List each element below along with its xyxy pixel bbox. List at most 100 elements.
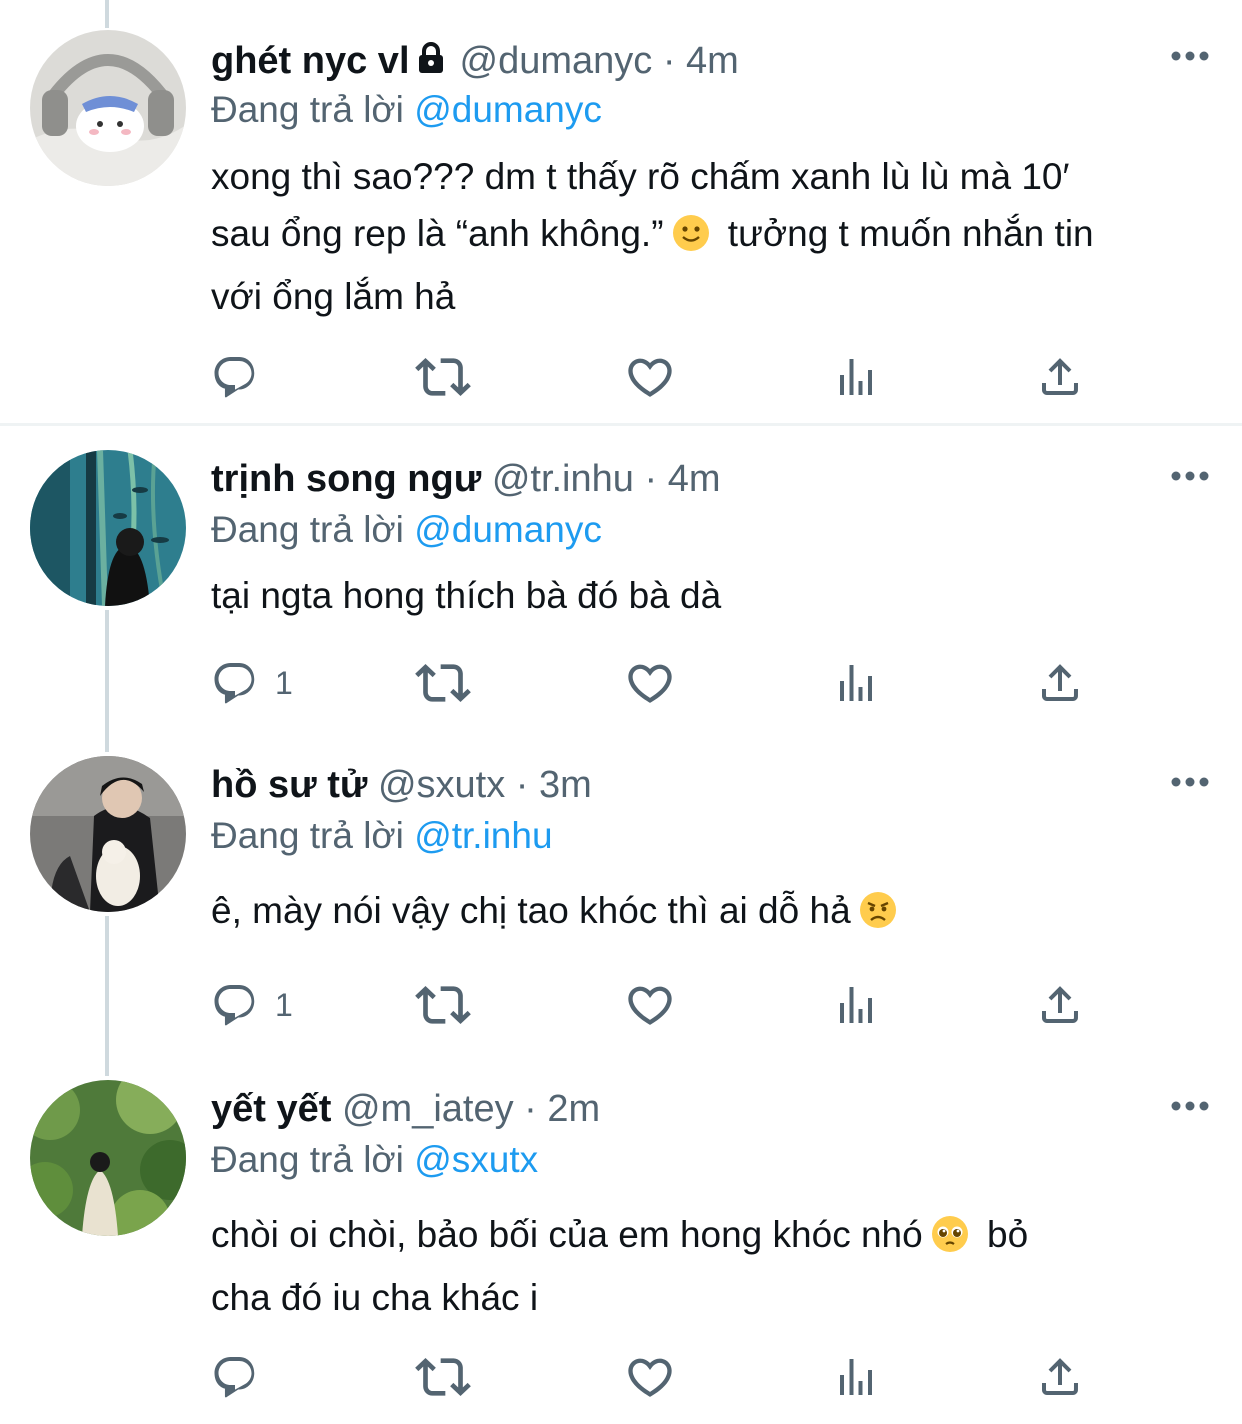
mention-link[interactable]: @dumanyc: [414, 89, 602, 130]
heart-icon: [624, 657, 676, 709]
separator-dot: ·: [515, 764, 529, 806]
share-icon: [1036, 1353, 1084, 1401]
retweet-icon: [415, 977, 471, 1033]
more-icon[interactable]: [1170, 46, 1210, 66]
share-icon: [1036, 353, 1084, 401]
views-icon: [832, 659, 880, 707]
share-icon: [1036, 981, 1084, 1029]
tweet[interactable]: ghét nyc vl @dumanyc · 4m Đang trả lời @d…: [0, 0, 1242, 425]
like-button[interactable]: [624, 352, 676, 402]
tweet-text-part: chòi oi chòi, bảo bối của em hong khóc n…: [211, 1214, 923, 1255]
avatar[interactable]: [30, 1080, 186, 1236]
share-button[interactable]: [1036, 658, 1084, 708]
share-button[interactable]: [1036, 980, 1084, 1030]
mention-link[interactable]: @dumanyc: [414, 509, 602, 550]
mention-link[interactable]: @tr.inhu: [414, 815, 552, 856]
timestamp[interactable]: 2m: [547, 1088, 600, 1130]
reply-icon: [211, 981, 259, 1029]
display-name[interactable]: ghét nyc vl: [211, 40, 410, 82]
tweet[interactable]: trịnh song ngư @tr.inhu · 4m Đang trả lờ…: [0, 426, 1242, 736]
action-bar: [211, 1352, 1111, 1402]
more-icon[interactable]: [1170, 1096, 1210, 1116]
reply-icon: [211, 1353, 259, 1401]
like-button[interactable]: [624, 980, 676, 1030]
retweet-icon: [415, 655, 471, 711]
timestamp[interactable]: 4m: [686, 40, 739, 82]
tweet-text: xong thì sao??? dm t thấy rõ chấm xanh l…: [211, 148, 1211, 325]
separator-dot: ·: [662, 40, 676, 82]
views-icon: [832, 1353, 880, 1401]
like-button[interactable]: [624, 1352, 676, 1402]
views-button[interactable]: [832, 980, 880, 1030]
handle[interactable]: @m_iatey: [342, 1088, 514, 1130]
share-button[interactable]: [1036, 352, 1084, 402]
action-bar: [211, 352, 1111, 402]
more-icon[interactable]: [1170, 466, 1210, 486]
lock-icon: [416, 40, 446, 86]
display-name[interactable]: yết yết: [211, 1088, 331, 1130]
handle[interactable]: @sxutx: [378, 764, 505, 806]
replying-to-label: Đang trả lời: [211, 509, 415, 550]
tweet-text: chòi oi chòi, bảo bối của em hong khóc n…: [211, 1206, 1211, 1326]
retweet-button[interactable]: [415, 980, 471, 1030]
tweet-header: yết yết @m_iatey · 2m: [211, 1086, 600, 1132]
slightly-smiling-face-icon: [672, 211, 710, 268]
heart-icon: [624, 979, 676, 1031]
replying-to: Đang trả lời @tr.inhu: [211, 814, 553, 858]
display-name[interactable]: trịnh song ngư: [211, 458, 481, 500]
avatar[interactable]: [30, 756, 186, 912]
reply-count: 1: [275, 664, 293, 701]
action-bar: 1: [211, 980, 1111, 1030]
replying-to-label: Đang trả lời: [211, 89, 415, 130]
share-button[interactable]: [1036, 1352, 1084, 1402]
separator-dot: ·: [644, 458, 658, 500]
retweet-button[interactable]: [415, 658, 471, 708]
views-icon: [832, 353, 880, 401]
display-name[interactable]: hồ sư tử: [211, 764, 367, 806]
tweet-text: tại ngta hong thích bà đó bà dà: [211, 567, 1211, 624]
replying-to: Đang trả lời @dumanyc: [211, 508, 602, 552]
tweet-text-part: ê, mày nói vậy chị tao khóc thì ai dỗ hả: [211, 890, 851, 931]
views-button[interactable]: [832, 352, 880, 402]
views-button[interactable]: [832, 658, 880, 708]
handle[interactable]: @dumanyc: [460, 40, 653, 82]
avatar[interactable]: [30, 30, 186, 186]
retweet-button[interactable]: [415, 1352, 471, 1402]
heart-icon: [624, 351, 676, 403]
more-icon[interactable]: [1170, 772, 1210, 792]
reply-count: 1: [275, 986, 293, 1023]
retweet-button[interactable]: [415, 352, 471, 402]
timestamp[interactable]: 4m: [668, 458, 721, 500]
avatar[interactable]: [30, 450, 186, 606]
tweet-header: trịnh song ngư @tr.inhu · 4m: [211, 456, 720, 502]
angry-face-icon: [859, 888, 897, 945]
handle[interactable]: @tr.inhu: [492, 458, 634, 500]
reply-button[interactable]: [211, 352, 275, 402]
reply-button[interactable]: 1: [211, 980, 293, 1030]
tweet-text: ê, mày nói vậy chị tao khóc thì ai dỗ hả: [211, 882, 1211, 945]
like-button[interactable]: [624, 658, 676, 708]
mention-link[interactable]: @sxutx: [414, 1139, 538, 1180]
share-icon: [1036, 659, 1084, 707]
action-bar: 1: [211, 658, 1111, 708]
tweet[interactable]: hồ sư tử @sxutx · 3m Đang trả lời @tr.in…: [0, 736, 1242, 1056]
separator-dot: ·: [524, 1088, 537, 1130]
timestamp[interactable]: 3m: [539, 764, 592, 806]
heart-icon: [624, 1351, 676, 1403]
reply-button[interactable]: 1: [211, 658, 293, 708]
pleading-face-icon: [931, 1212, 969, 1269]
tweet-header: hồ sư tử @sxutx · 3m: [211, 762, 592, 808]
retweet-icon: [415, 1349, 471, 1405]
views-icon: [832, 981, 880, 1029]
reply-icon: [211, 659, 259, 707]
tweet[interactable]: yết yết @m_iatey · 2m Đang trả lời @sxut…: [0, 1056, 1242, 1424]
reply-button[interactable]: [211, 1352, 275, 1402]
retweet-icon: [415, 349, 471, 405]
replying-to-label: Đang trả lời: [211, 1139, 415, 1180]
replying-to: Đang trả lời @sxutx: [211, 1138, 538, 1182]
replying-to-label: Đang trả lời: [211, 815, 415, 856]
replying-to: Đang trả lời @dumanyc: [211, 88, 602, 132]
tweet-text-part: tại ngta hong thích bà đó bà dà: [211, 575, 722, 616]
tweet-header: ghét nyc vl @dumanyc · 4m: [211, 38, 739, 86]
views-button[interactable]: [832, 1352, 880, 1402]
